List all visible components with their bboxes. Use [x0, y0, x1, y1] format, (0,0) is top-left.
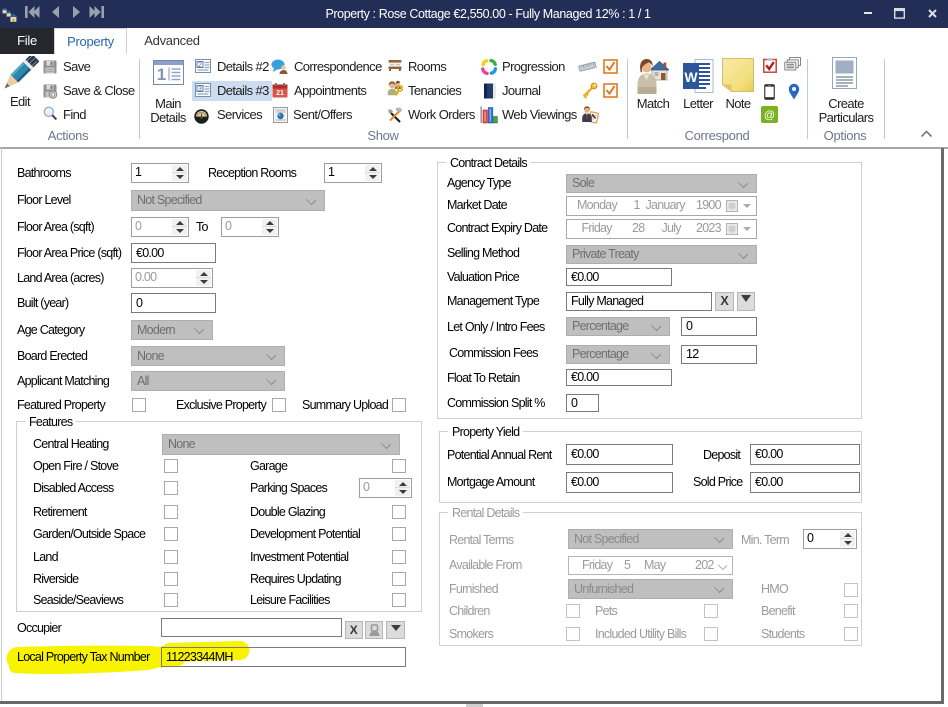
svg-text:W: W	[684, 69, 698, 85]
svg-text:3: 3	[198, 86, 202, 93]
svg-text:@: @	[764, 110, 775, 122]
svg-text:21: 21	[276, 90, 284, 97]
svg-text:1: 1	[156, 65, 165, 84]
svg-text:2: 2	[198, 62, 202, 69]
